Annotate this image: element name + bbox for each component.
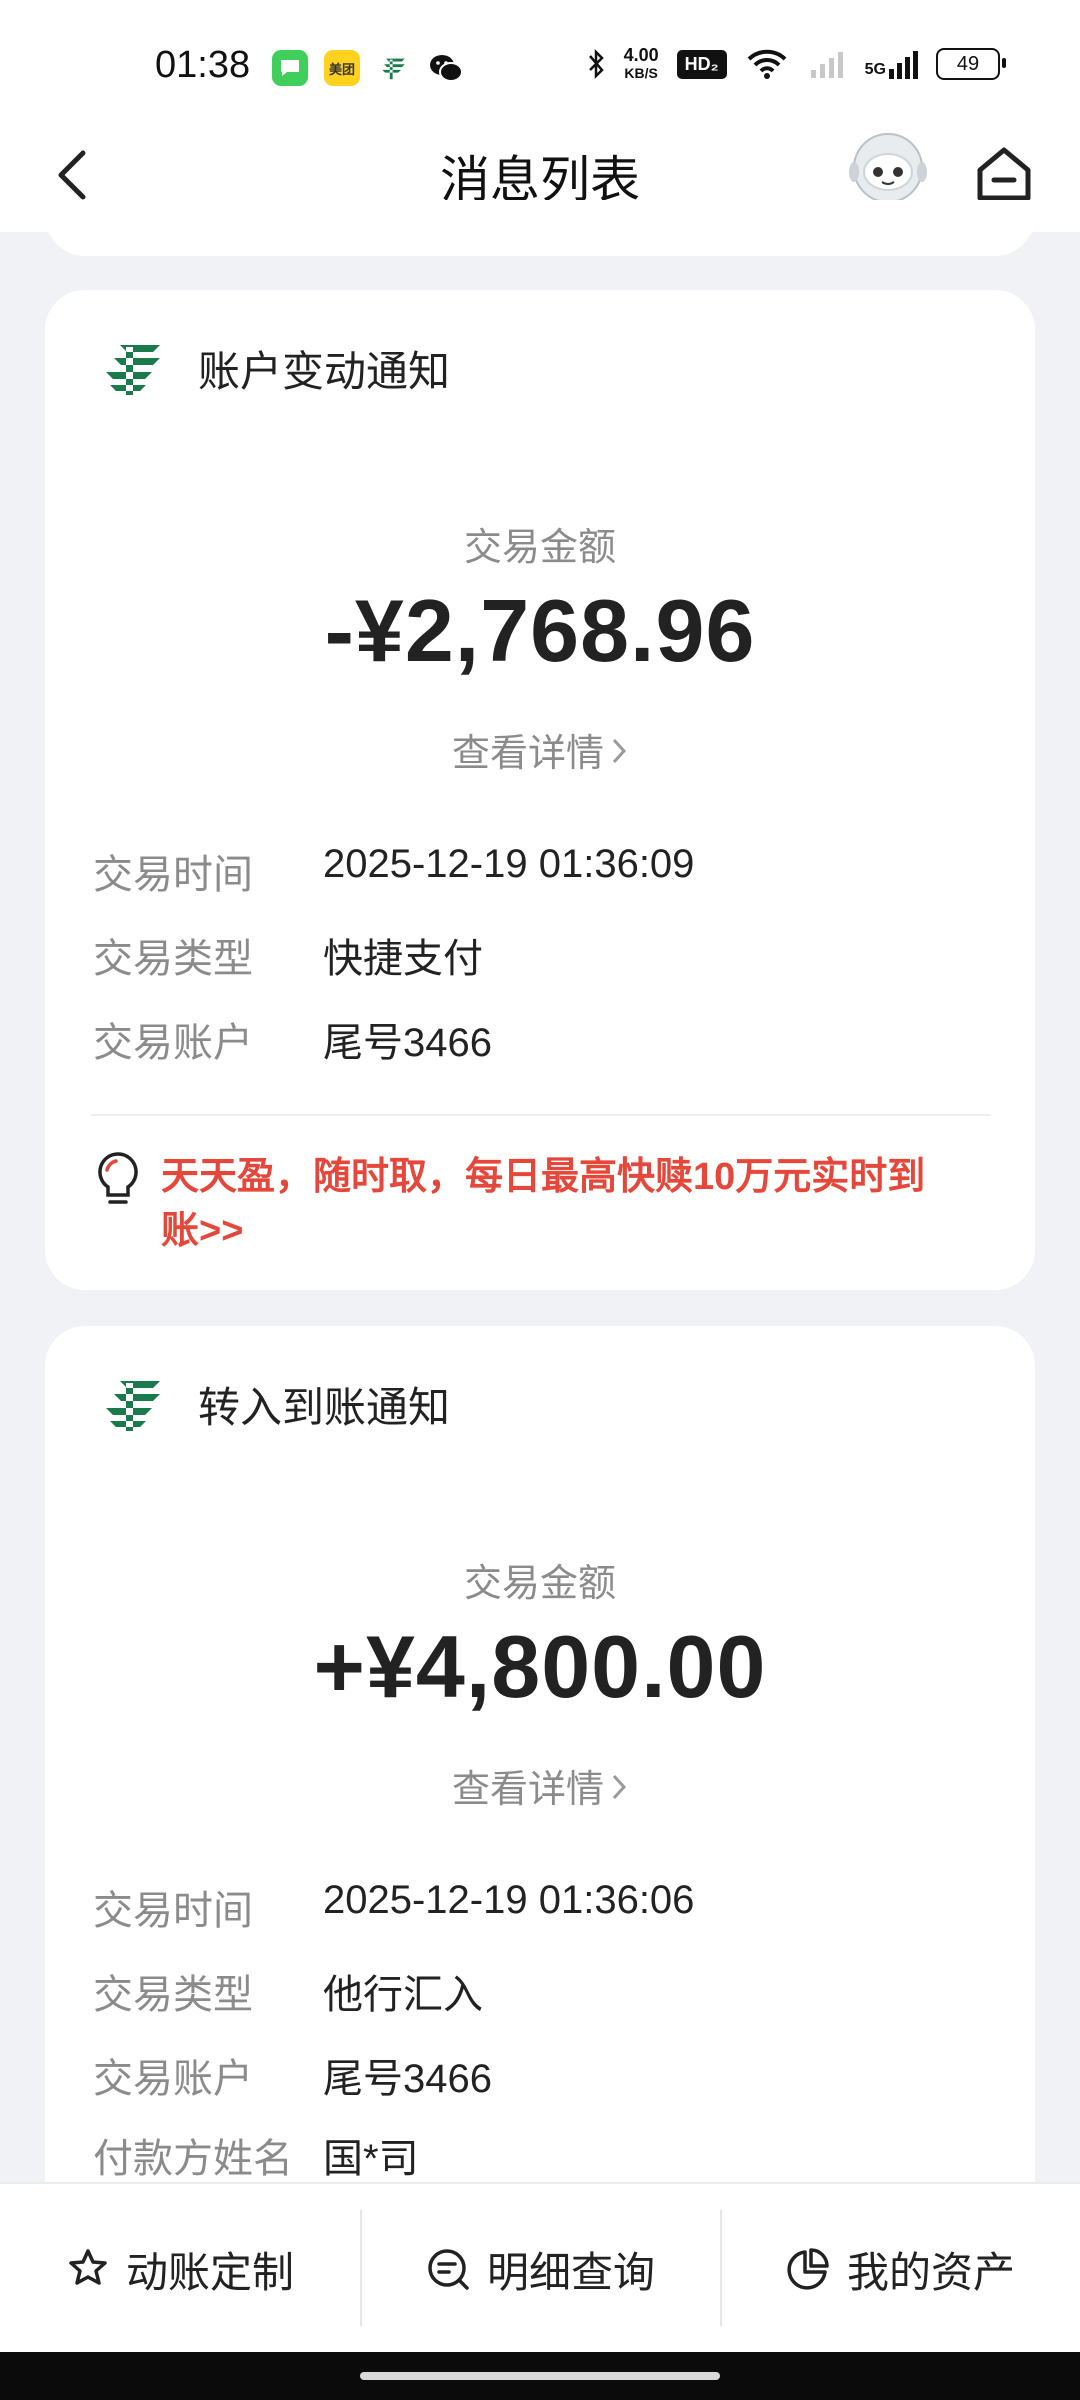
chevron-right-icon — [612, 1774, 627, 1800]
battery-indicator: 49 — [936, 48, 1006, 80]
status-app-icons: 美团 — [272, 50, 464, 86]
notification-card[interactable]: 转入到账通知 交易金额 +¥4,800.00 查看详情 交易时间 2025-12… — [45, 1326, 1035, 2226]
previous-card-edge — [45, 200, 1035, 256]
postal-bank-logo-icon — [106, 1380, 160, 1431]
info-row: 交易时间 2025-12-19 01:36:06 — [93, 1878, 695, 1933]
signal-empty-icon — [810, 52, 843, 78]
card-header: 转入到账通知 — [102, 1374, 450, 1435]
search-list-icon — [428, 2249, 469, 2290]
home-icon — [977, 147, 1031, 201]
home-indicator[interactable] — [360, 2372, 720, 2380]
view-details-link[interactable]: 查看详情 — [45, 722, 1035, 777]
lightbulb-icon — [98, 1152, 138, 1204]
divider — [91, 1114, 991, 1116]
info-row: 交易类型 他行汇入 — [93, 1973, 483, 2017]
promo-text: 天天盈，随时取，每日最高快赎10万元实时到 账>> — [161, 1156, 926, 1252]
promo-banner[interactable]: 天天盈，随时取，每日最高快赎10万元实时到 账>> — [93, 1150, 1003, 1258]
card-title: 转入到账通知 — [198, 1384, 451, 1431]
chevron-right-icon — [612, 738, 627, 764]
signal-5g-icon: 5G — [865, 49, 918, 79]
star-settings-icon — [69, 2249, 107, 2285]
postal-bank-icon — [376, 50, 412, 86]
info-row: 交易账户 尾号3466 — [93, 1021, 492, 1065]
notification-card[interactable]: 账户变动通知 交易金额 -¥2,768.96 查看详情 交易时间 2025-12… — [45, 290, 1035, 1290]
bottom-tab-bar: 动账定制 明细查询 我的资产 — [0, 2182, 1080, 2354]
meituan-icon: 美团 — [324, 50, 360, 86]
amount-value: -¥2,768.96 — [324, 581, 756, 680]
view-details-link[interactable]: 查看详情 — [45, 1758, 1035, 1813]
wechat-icon — [428, 50, 464, 86]
pie-chart-icon — [787, 2248, 829, 2290]
postal-bank-logo-icon — [106, 344, 160, 395]
amount-value: +¥4,800.00 — [313, 1617, 767, 1716]
tab-account-alert-settings[interactable]: 动账定制 — [0, 2184, 360, 2354]
network-speed: 4.00 KB/S — [623, 45, 659, 81]
amount-label: 交易金额 — [463, 1563, 616, 1605]
wifi-icon — [747, 49, 787, 79]
amount-label: 交易金额 — [463, 527, 616, 569]
system-gesture-area — [0, 2352, 1080, 2400]
card-header: 账户变动通知 — [102, 338, 450, 399]
bluetooth-icon — [588, 48, 604, 80]
info-row: 交易类型 快捷支付 — [93, 937, 483, 981]
hd-badge: HD₂ — [676, 49, 727, 79]
status-right-cluster: 4.00 KB/S HD₂ 5G 49 — [586, 45, 1006, 82]
tab-detail-query[interactable]: 明细查询 — [360, 2184, 720, 2354]
messages-icon — [272, 50, 308, 86]
tab-my-assets[interactable]: 我的资产 — [720, 2184, 1080, 2354]
status-time: 01:38 — [155, 44, 251, 86]
status-bar: 01:38 美团 4.00 KB/S HD₂ 5G 49 — [0, 0, 1080, 120]
card-title: 账户变动通知 — [198, 348, 451, 395]
info-row: 交易账户 尾号3466 — [93, 2057, 492, 2101]
info-row: 交易时间 2025-12-19 01:36:09 — [93, 842, 695, 897]
info-row: 付款方姓名 国*司 — [93, 2137, 419, 2181]
